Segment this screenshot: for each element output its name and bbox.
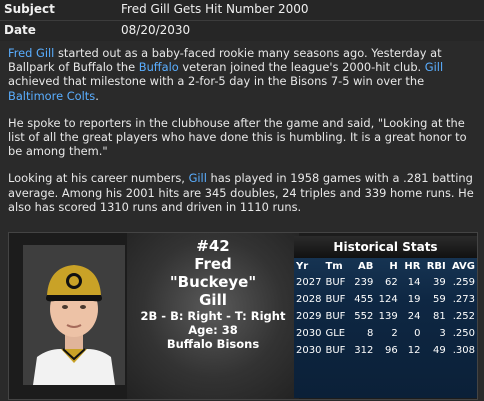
player-age: Age: 38 [188, 323, 238, 337]
cell: 96 [385, 345, 398, 356]
text: . [95, 88, 99, 103]
col-header-h: H [389, 261, 398, 272]
player-team: Buffalo Bisons [166, 337, 260, 351]
cell: 2029 [296, 311, 322, 322]
cell: .273 [452, 294, 475, 305]
date-label: Date [4, 23, 36, 37]
cell: 24 [407, 311, 421, 322]
cell: 2 [391, 328, 398, 339]
cell: BUF [325, 277, 346, 288]
cell: BUF [325, 294, 346, 305]
player-photo[interactable] [23, 245, 125, 385]
player-number: #42 [196, 237, 230, 255]
message-body: Fred Gill started out as a baby-faced ro… [8, 46, 478, 227]
col-header-hr: HR [404, 261, 421, 272]
player-nickname: "Buckeye" [169, 273, 257, 291]
date-value: 08/20/2030 [121, 23, 191, 37]
cell: GLE [325, 328, 346, 339]
cell: 2027 [296, 277, 322, 288]
table-row: 2027 BUF 239 62 14 39 .259 [294, 274, 477, 291]
paragraph-1: Fred Gill started out as a baby-faced ro… [8, 46, 478, 103]
opponent-link[interactable]: Baltimore Colts [8, 89, 95, 103]
cell: 455 [354, 294, 374, 305]
col-header-tm: Tm [325, 261, 343, 272]
text: Looking at his career numbers, [8, 171, 189, 186]
paragraph-3: Looking at his career numbers, Gill has … [8, 171, 478, 214]
text: achieved that milestone with a 2-for-5 d… [8, 74, 425, 89]
stats-header-row: Yr Tm AB H HR RBI AVG [294, 258, 477, 274]
text: veteran joined the league's 2000-hit clu… [178, 60, 425, 75]
subject-label: Subject [4, 2, 55, 16]
table-row: 2030 BUF 312 96 12 49 .308 [294, 342, 477, 359]
cell: 312 [354, 345, 374, 356]
cell: 239 [354, 277, 374, 288]
player-link[interactable]: Gill [189, 171, 207, 185]
cell: .250 [452, 328, 475, 339]
cell: 14 [407, 277, 421, 288]
historical-stats-title: Historical Stats [294, 236, 477, 258]
table-row: 2028 BUF 455 124 19 59 .273 [294, 291, 477, 308]
cell: 139 [378, 311, 398, 322]
col-header-rbi: RBI [426, 261, 446, 272]
cell: 59 [433, 294, 446, 305]
cell: 39 [433, 277, 446, 288]
cell: 2030 [296, 328, 322, 339]
cell: BUF [325, 345, 346, 356]
cell: 81 [433, 311, 446, 322]
cell: 2028 [296, 294, 322, 305]
col-header-ab: AB [358, 261, 374, 272]
historical-stats-panel: Historical Stats Yr Tm AB H HR RBI AVG 2… [294, 236, 477, 398]
cell: 62 [385, 277, 398, 288]
cell: BUF [325, 311, 346, 322]
col-header-yr: Yr [296, 261, 309, 272]
cell: 12 [407, 345, 421, 356]
cell: 0 [414, 328, 421, 339]
table-row: 2029 BUF 552 139 24 81 .252 [294, 308, 477, 325]
player-card: #42 Fred "Buckeye" Gill 2B - B: Right - … [8, 232, 478, 400]
stats-table: Yr Tm AB H HR RBI AVG 2027 BUF 239 62 14 39.2… [294, 258, 477, 359]
cell: .259 [452, 277, 475, 288]
cell: .308 [452, 345, 475, 356]
cell: 3 [439, 328, 446, 339]
cell: 49 [433, 345, 446, 356]
col-header-avg: AVG [451, 261, 475, 272]
cell: 124 [378, 294, 398, 305]
date-row: Date 08/20/2030 [0, 21, 484, 41]
player-link[interactable]: Gill [425, 60, 443, 74]
table-row: 2030 GLE 8 2 0 3 .250 [294, 325, 477, 342]
cell: .252 [452, 311, 475, 322]
player-first-name: Fred [194, 255, 232, 273]
player-portrait-icon [23, 245, 125, 385]
cell: 2030 [296, 345, 322, 356]
player-position: 2B - B: Right - T: Right [140, 309, 286, 323]
cell: 552 [354, 311, 374, 322]
paragraph-2: He spoke to reporters in the clubhouse a… [8, 115, 467, 159]
player-bio: #42 Fred "Buckeye" Gill 2B - B: Right - … [127, 237, 299, 351]
subject-value: Fred Gill Gets Hit Number 2000 [121, 2, 309, 16]
team-link[interactable]: Buffalo [139, 60, 179, 74]
player-link[interactable]: Fred Gill [8, 46, 54, 60]
cell: 8 [367, 328, 374, 339]
subject-row: Subject Fred Gill Gets Hit Number 2000 [0, 0, 484, 21]
cell: 19 [407, 294, 421, 305]
player-last-name: Gill [199, 291, 227, 309]
